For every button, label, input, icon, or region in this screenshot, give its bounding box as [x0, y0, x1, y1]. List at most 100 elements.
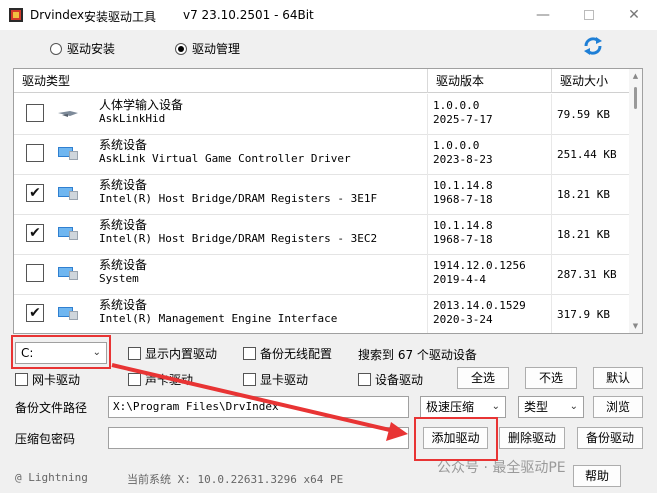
device-driver-name: AskLinkHid	[99, 112, 166, 125]
chevron-down-icon: ⌄	[491, 401, 500, 412]
driver-version: 2013.14.0.1529	[433, 299, 526, 312]
device-driver-name: AskLink Virtual Game Controller Driver	[99, 152, 351, 165]
system-info-text: 当前系统 X: 10.0.22631.3296 x64 PE	[127, 473, 344, 486]
cell-type: 系统设备 AskLink Virtual Game Controller Driv…	[14, 134, 428, 174]
device-name: 人体学输入设备 AskLinkHid	[99, 98, 183, 126]
backup-path-label: 备份文件路径	[15, 401, 88, 415]
driver-version: 10.1.14.8	[433, 179, 493, 192]
driver-date: 2020-3-24	[433, 313, 493, 326]
device-category: 系统设备	[99, 218, 148, 232]
checkbox-box	[243, 373, 256, 386]
compression-select[interactable]: 极速压缩 ⌄	[420, 396, 506, 418]
scroll-down-icon[interactable]: ▼	[631, 322, 640, 330]
checkbox-box	[243, 347, 256, 360]
driver-size: 18.21 KB	[557, 227, 610, 241]
row-checkbox[interactable]	[26, 144, 44, 162]
device-driver-name: Intel(R) Host Bridge/DRAM Registers - 3E…	[99, 192, 378, 205]
checkbox-box	[128, 373, 141, 386]
table-row[interactable]: ✔ 系统设备 Intel(R) Management Engine Interfac…	[14, 294, 630, 333]
device-category: 系统设备	[99, 298, 148, 312]
checkbox-label: 显示内置驱动	[145, 347, 218, 361]
device-name: 系统设备 Intel(R) Host Bridge/DRAM Registers …	[99, 178, 377, 206]
deselect-button[interactable]: 不选	[525, 367, 577, 389]
help-button[interactable]: 帮助	[573, 465, 621, 487]
cell-type: 系统设备 System	[14, 254, 428, 294]
radio-install-label: 驱动安装	[67, 42, 116, 56]
checkbox-box	[128, 347, 141, 360]
system-device-icon	[58, 227, 78, 240]
header-version[interactable]: 驱动版本	[428, 69, 552, 93]
driver-date: 2023-8-23	[433, 153, 493, 166]
checkbox-show-builtin[interactable]: 显示内置驱动	[128, 345, 217, 362]
device-category: 系统设备	[99, 178, 148, 192]
checkbox-label: 声卡驱动	[145, 373, 194, 387]
default-button[interactable]: 默认	[593, 367, 643, 389]
backup-driver-button[interactable]: 备份驱动	[577, 427, 643, 449]
table-row[interactable]: 系统设备 System 1914.12.0.1256 2019-4-4 287.31 K…	[14, 254, 630, 294]
cell-version: 2013.14.0.1529 2020-3-24	[428, 294, 552, 333]
checkbox-label: 设备驱动	[375, 373, 424, 387]
checkbox-sound[interactable]: 声卡驱动	[128, 371, 193, 388]
backup-path-field[interactable]: X:\Program Files\DrvIndex	[108, 396, 409, 418]
app-icon	[9, 8, 23, 22]
delete-driver-button[interactable]: 删除驱动	[499, 427, 565, 449]
device-name: 系统设备 System	[99, 258, 147, 286]
cell-type: ✔ 系统设备 Intel(R) Host Bridge/DRAM Registers…	[14, 174, 428, 214]
table-row[interactable]: ✔ 系统设备 Intel(R) Host Bridge/DRAM Registers…	[14, 214, 630, 254]
device-driver-name: Intel(R) Host Bridge/DRAM Registers - 3E…	[99, 232, 378, 245]
device-category: 系统设备	[99, 138, 148, 152]
select-all-button[interactable]: 全选	[457, 367, 509, 389]
header-type[interactable]: 驱动类型	[14, 69, 428, 93]
type-select[interactable]: 类型 ⌄	[518, 396, 584, 418]
cell-type: 人体学输入设备 AskLinkHid	[14, 94, 428, 134]
driver-date: 2019-4-4	[433, 273, 486, 286]
checkbox-backup-wireless[interactable]: 备份无线配置	[243, 345, 332, 362]
checkbox-graphics[interactable]: 显卡驱动	[243, 371, 308, 388]
device-driver-name: Intel(R) Management Engine Interface	[99, 312, 338, 325]
scroll-thumb[interactable]	[634, 87, 637, 109]
checkbox-device[interactable]: 设备驱动	[358, 371, 423, 388]
row-checkbox[interactable]	[26, 264, 44, 282]
row-checkbox[interactable]: ✔	[26, 184, 44, 202]
row-checkbox[interactable]: ✔	[26, 224, 44, 242]
table-row[interactable]: ✔ 系统设备 Intel(R) Host Bridge/DRAM Registers…	[14, 174, 630, 214]
version-text: v7 23.10.2501 - 64Bit	[183, 8, 314, 22]
title-bar: Drvindex 安装驱动工具 v7 23.10.2501 - 64Bit — …	[0, 0, 657, 30]
driver-date: 1968-7-18	[433, 193, 493, 206]
browse-button[interactable]: 浏览	[593, 396, 643, 418]
row-checkbox[interactable]: ✔	[26, 304, 44, 322]
highlight-drive-box	[11, 335, 111, 369]
cell-size: 79.59 KB	[552, 94, 630, 134]
system-device-icon	[58, 307, 78, 320]
system-device-icon	[58, 147, 78, 160]
cell-version: 10.1.14.8 1968-7-18	[428, 214, 552, 254]
scroll-up-icon[interactable]: ▲	[631, 72, 640, 80]
cell-size: 317.9 KB	[552, 294, 630, 333]
password-field[interactable]	[108, 427, 409, 449]
hid-icon	[58, 111, 78, 117]
checkbox-network[interactable]: 网卡驱动	[15, 371, 80, 388]
device-name: 系统设备 Intel(R) Host Bridge/DRAM Registers …	[99, 218, 377, 246]
driver-list[interactable]: 驱动类型 驱动版本 驱动大小 人体学输入设备 AskLinkHid 1.0.0.0 2…	[13, 68, 643, 334]
minimize-button[interactable]: —	[520, 0, 566, 30]
checkbox-box	[15, 373, 28, 386]
driver-size: 287.31 KB	[557, 267, 617, 281]
password-label: 压缩包密码	[15, 432, 76, 446]
row-checkbox[interactable]	[26, 104, 44, 122]
driver-version: 1.0.0.0	[433, 99, 480, 112]
header-size[interactable]: 驱动大小	[552, 69, 630, 93]
radio-manage[interactable]: 驱动管理	[175, 40, 240, 57]
radio-install[interactable]: 驱动安装	[50, 40, 115, 57]
list-scrollbar[interactable]: ▲ ▼	[629, 69, 642, 333]
driver-size: 317.9 KB	[557, 307, 610, 321]
tool-name: 安装驱动工具	[84, 10, 157, 24]
maximize-button[interactable]	[566, 0, 612, 30]
chevron-down-icon: ⌄	[569, 401, 578, 412]
cell-size: 18.21 KB	[552, 214, 630, 254]
close-icon: ✕	[628, 7, 640, 23]
close-button[interactable]: ✕	[611, 0, 657, 30]
minimize-icon: —	[536, 7, 550, 23]
table-row[interactable]: 系统设备 AskLink Virtual Game Controller Driv…	[14, 134, 630, 174]
table-row[interactable]: 人体学输入设备 AskLinkHid 1.0.0.0 2025-7-17 79.59 K…	[14, 94, 630, 134]
refresh-icon[interactable]	[582, 35, 604, 57]
